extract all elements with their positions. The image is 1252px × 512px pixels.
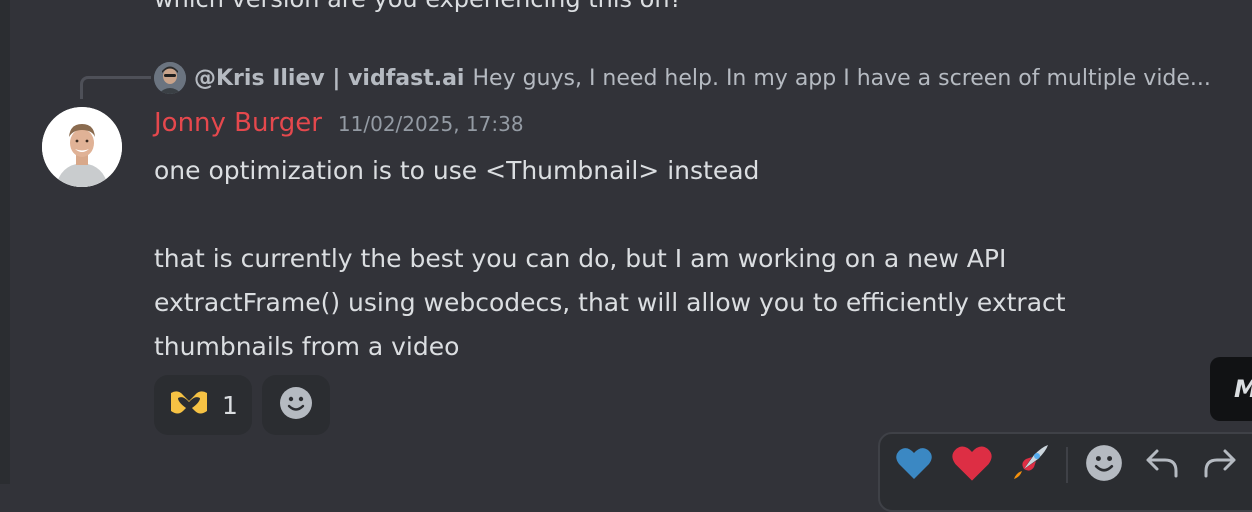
quick-react-rocket-button[interactable] bbox=[1008, 443, 1052, 487]
message-actions-toolbar bbox=[878, 432, 1252, 512]
reply-icon bbox=[1145, 448, 1179, 482]
add-reaction-icon bbox=[1085, 444, 1123, 486]
message-content: one optimization is to use <Thumbnail> i… bbox=[154, 149, 1164, 369]
message-line: that is currently the best you can do, b… bbox=[154, 244, 1007, 273]
forward-icon bbox=[1203, 448, 1237, 482]
blue-heart-emoji-icon bbox=[895, 446, 933, 484]
reactions-bar: 1 bbox=[154, 375, 330, 435]
reply-snippet[interactable]: Hey guys, I need help. In my app I have … bbox=[472, 66, 1210, 91]
add-reaction-button[interactable] bbox=[261, 375, 330, 435]
reply-author-avatar[interactable] bbox=[154, 62, 186, 94]
left-scroll-strip bbox=[0, 0, 10, 484]
toolbar-divider bbox=[1066, 447, 1068, 483]
reply-author-name[interactable]: @Kris Iliev | vidfast.ai bbox=[194, 66, 464, 91]
add-reaction-icon bbox=[279, 386, 313, 424]
heart-hands-emoji-icon bbox=[168, 387, 210, 423]
message-timestamp[interactable]: 11/02/2025, 17:38 bbox=[338, 112, 524, 136]
previous-message-text: which version are you experiencing this … bbox=[154, 0, 682, 14]
message-header: Jonny Burger 11/02/2025, 17:38 bbox=[154, 108, 524, 144]
message-author-name[interactable]: Jonny Burger bbox=[154, 108, 322, 138]
quick-react-red-heart-button[interactable] bbox=[950, 443, 994, 487]
reply-reference[interactable]: @Kris Iliev | vidfast.ai Hey guys, I nee… bbox=[154, 62, 1211, 94]
forward-button[interactable] bbox=[1198, 443, 1242, 487]
reply-button[interactable] bbox=[1140, 443, 1184, 487]
reply-connector-line bbox=[80, 76, 151, 99]
message-line: extractFrame() using webcodecs, that wil… bbox=[154, 288, 1066, 317]
rocket-emoji-icon bbox=[1010, 443, 1050, 487]
reaction-heart-hands[interactable]: 1 bbox=[154, 375, 252, 435]
message-line: one optimization is to use <Thumbnail> i… bbox=[154, 156, 760, 185]
avatar[interactable] bbox=[42, 107, 122, 187]
tooltip: M bbox=[1210, 357, 1252, 421]
quick-react-blue-heart-button[interactable] bbox=[892, 443, 936, 487]
reaction-count: 1 bbox=[222, 390, 238, 420]
message-line: thumbnails from a video bbox=[154, 332, 460, 361]
red-heart-emoji-icon bbox=[951, 444, 993, 486]
add-reaction-toolbar-button[interactable] bbox=[1082, 443, 1126, 487]
